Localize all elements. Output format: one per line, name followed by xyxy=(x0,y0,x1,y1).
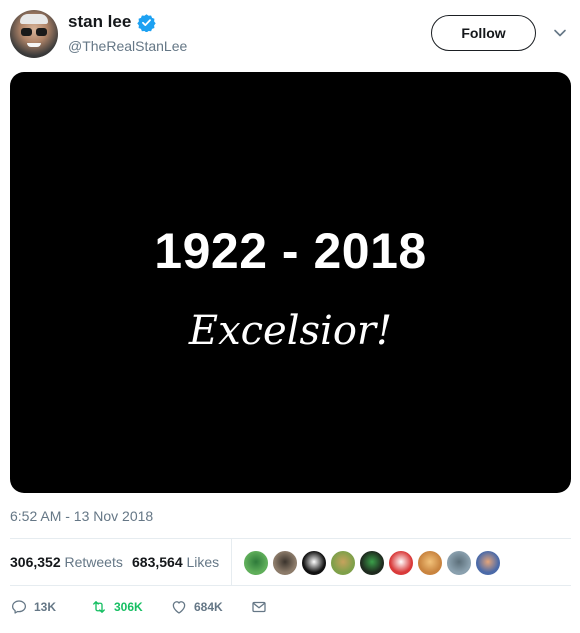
tweet-header: stan lee @TheRealStanLee Follow xyxy=(10,10,570,62)
display-name[interactable]: stan lee xyxy=(68,12,131,32)
media-motto-text: Excelsior! xyxy=(188,308,393,354)
retweet-count: 306K xyxy=(114,600,143,614)
liker-avatar[interactable] xyxy=(475,550,501,576)
retweets-stat[interactable]: 306,352 Retweets xyxy=(10,554,123,570)
reply-count: 13K xyxy=(34,600,57,614)
retweet-icon xyxy=(93,601,105,613)
follow-button[interactable]: Follow xyxy=(431,15,536,51)
like-button[interactable]: 684K xyxy=(170,596,223,618)
likes-label: Likes xyxy=(186,554,220,570)
chevron-down-icon[interactable] xyxy=(553,26,567,40)
retweets-label: Retweets xyxy=(64,554,123,570)
like-count: 684K xyxy=(194,600,223,614)
heart-icon xyxy=(172,601,186,614)
tweet-timestamp[interactable]: 6:52 AM - 13 Nov 2018 xyxy=(10,508,153,524)
avatar-mouth xyxy=(27,43,41,47)
tweet-stats: 306,352 Retweets 683,564 Likes xyxy=(10,538,571,586)
liker-avatar[interactable] xyxy=(446,550,472,576)
tweet-media-image[interactable]: 1922 - 2018 Excelsior! xyxy=(10,72,571,493)
direct-message-button[interactable] xyxy=(250,596,268,618)
likes-stat[interactable]: 683,564 Likes xyxy=(132,554,219,570)
likes-count: 683,564 xyxy=(132,554,183,570)
liker-avatar[interactable] xyxy=(243,550,269,576)
stats-divider xyxy=(231,539,232,585)
media-years-text: 1922 - 2018 xyxy=(154,223,427,279)
tweet-actions: 13K 306K 684K xyxy=(10,596,310,620)
retweet-button[interactable]: 306K xyxy=(90,596,143,618)
envelope-icon xyxy=(252,601,266,613)
liker-avatar[interactable] xyxy=(330,550,356,576)
user-handle[interactable]: @TheRealStanLee xyxy=(68,38,187,54)
retweets-count: 306,352 xyxy=(10,554,61,570)
avatar-glasses xyxy=(21,28,47,36)
name-row: stan lee xyxy=(68,12,156,32)
reply-button[interactable]: 13K xyxy=(10,596,56,618)
avatar-hair xyxy=(20,14,48,24)
verified-badge-icon xyxy=(137,13,156,32)
liker-avatar[interactable] xyxy=(388,550,414,576)
liker-avatar[interactable] xyxy=(301,550,327,576)
liker-avatar[interactable] xyxy=(359,550,385,576)
liker-avatar[interactable] xyxy=(417,550,443,576)
reply-icon xyxy=(11,600,27,614)
avatar[interactable] xyxy=(10,10,58,58)
liker-avatar[interactable] xyxy=(272,550,298,576)
